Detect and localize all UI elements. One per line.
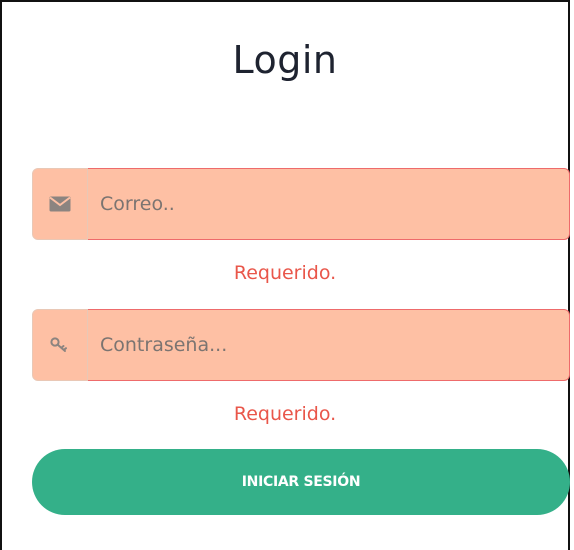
envelope-icon <box>49 196 71 212</box>
password-field[interactable] <box>88 309 570 381</box>
email-field-group <box>32 168 570 240</box>
password-error-message: Requerido. <box>233 403 337 425</box>
email-error-message: Requerido. <box>233 262 337 284</box>
login-panel: Login Requerido. Requerido. INICIAR SESI… <box>0 0 570 550</box>
password-field-group <box>32 309 570 381</box>
email-field[interactable] <box>88 168 570 240</box>
page-title: Login <box>232 38 338 82</box>
login-button[interactable]: INICIAR SESIÓN <box>32 449 570 515</box>
key-icon <box>50 337 70 353</box>
email-field-prefix <box>32 168 88 240</box>
password-field-prefix <box>32 309 88 381</box>
